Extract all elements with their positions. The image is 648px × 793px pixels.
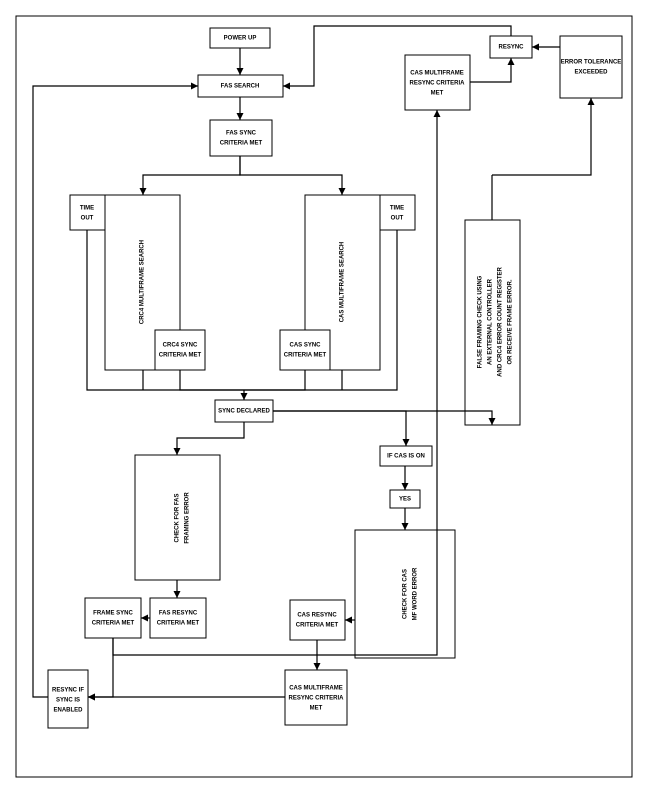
label-fas-resync2: CRITERIA MET — [157, 621, 200, 627]
node-fas-sync-met — [210, 120, 272, 156]
label-timeout-l2: OUT — [81, 216, 94, 222]
label-ifcas: IF CAS IS ON — [387, 454, 425, 460]
node-frame-sync-met — [85, 598, 141, 638]
label-ff4: OR RECEIVE FRAME ERROR. — [508, 279, 514, 364]
label-cmrt2: RESYNC CRITERIA — [409, 81, 465, 87]
label-rie2: SYNC IS — [56, 698, 80, 704]
label-crc4-search: CRC4 MULTIFRAME SEARCH — [140, 240, 146, 324]
label-fas-resync1: FAS RESYNC — [159, 611, 198, 617]
label-check-fas2: FRAMING ERROR — [185, 492, 191, 544]
label-crc4-sync1: CRC4 SYNC — [163, 343, 198, 349]
node-timeout-right — [380, 195, 415, 230]
label-rie1: RESYNC IF — [52, 688, 84, 694]
node-err-tol — [560, 36, 622, 98]
label-cmrt3: MET — [431, 91, 444, 97]
label-cas-search: CAS MULTIFRAME SEARCH — [340, 242, 346, 323]
label-et1: ERROR TOLERANCE — [561, 60, 622, 66]
label-timeout-r1: TIME — [390, 206, 404, 212]
label-fas-sync-met-2: CRITERIA MET — [220, 141, 263, 147]
label-cmrt1: CAS MULTIFRAME — [410, 71, 464, 77]
label-cmrb3: MET — [310, 706, 323, 712]
label-et2: EXCEEDED — [574, 70, 608, 76]
label-timeout-l1: TIME — [80, 206, 94, 212]
node-cas-sync-met — [280, 330, 330, 370]
label-resync: RESYNC — [498, 45, 524, 51]
label-powerup: POWER UP — [224, 36, 257, 42]
node-fas-resync-met — [150, 598, 206, 638]
node-cas-resync-met — [290, 600, 345, 640]
label-ccm1: CHECK FOR CAS — [403, 569, 409, 619]
label-rie3: ENABLED — [53, 708, 83, 714]
flowchart: POWER UP FAS SEARCH FAS SYNC CRITERIA ME… — [0, 0, 648, 793]
label-fas-sync-met-1: FAS SYNC — [226, 131, 257, 137]
label-frame-sync2: CRITERIA MET — [92, 621, 135, 627]
label-ccm2: MF WORD ERROR — [413, 567, 419, 620]
label-crc4-sync2: CRITERIA MET — [159, 353, 202, 359]
label-cas-sync2: CRITERIA MET — [284, 353, 327, 359]
label-check-fas1: CHECK FOR FAS — [175, 493, 181, 542]
label-sync-declared: SYNC DECLARED — [218, 409, 270, 415]
label-timeout-r2: OUT — [391, 216, 404, 222]
label-cas-sync1: CAS SYNC — [289, 343, 321, 349]
label-ff3: AND CRC4 ERROR COUNT REGISTER — [498, 267, 504, 377]
node-timeout-left — [70, 195, 105, 230]
node-crc4-sync-met — [155, 330, 205, 370]
label-ff1: FALSE FRAMING CHECK USING — [478, 275, 484, 368]
label-crm1: CAS RESYNC — [297, 613, 337, 619]
label-fas-search: FAS SEARCH — [221, 84, 260, 90]
label-frame-sync1: FRAME SYNC — [93, 611, 133, 617]
label-cmrb1: CAS MULTIFRAME — [289, 686, 343, 692]
label-ff2: AN EXTERNAL CONTROLLER — [488, 278, 494, 365]
label-yes: YES — [399, 497, 411, 503]
label-cmrb2: RESYNC CRITERIA — [288, 696, 344, 702]
label-crm2: CRITERIA MET — [296, 623, 339, 629]
